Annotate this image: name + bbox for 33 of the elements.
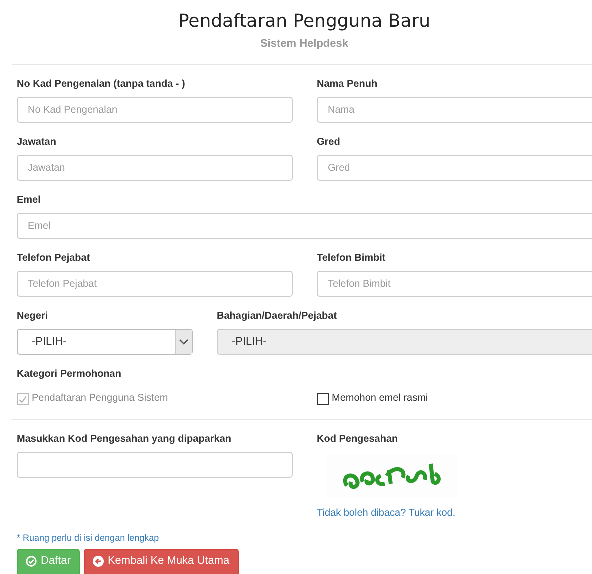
- field-label: Emel: [17, 195, 41, 207]
- checkbox-label: Memohon emel rasmi: [332, 393, 428, 404]
- input-field[interactable]: Nama: [317, 97, 592, 123]
- field-label: Telefon Pejabat: [17, 253, 90, 265]
- field-label: Negeri: [17, 311, 48, 323]
- back-button[interactable]: Kembali Ke Muka Utama: [84, 549, 239, 574]
- field-label: Gred: [317, 137, 340, 149]
- page-subtitle: Sistem Helpdesk: [259, 38, 350, 50]
- caret-icon: [175, 330, 192, 354]
- select-field[interactable]: -PILIH-: [17, 329, 193, 355]
- input-field[interactable]: Gred: [317, 155, 592, 181]
- field-label: No Kad Pengenalan (tanpa tanda - ): [17, 79, 186, 91]
- input-field[interactable]: [17, 452, 293, 478]
- field-label: Telefon Bimbit: [317, 253, 386, 265]
- checkbox[interactable]: [317, 393, 329, 405]
- input-field[interactable]: Emel: [17, 213, 592, 239]
- field-label: Bahagian/Daerah/Pejabat: [217, 311, 338, 323]
- section-label: Kategori Permohonan: [17, 369, 122, 381]
- input-field[interactable]: Jawatan: [17, 155, 293, 181]
- back-arrow-icon: [92, 556, 104, 566]
- field-label: Jawatan: [17, 137, 56, 149]
- register-button[interactable]: Daftar: [17, 549, 80, 574]
- field-label: Nama Penuh: [317, 79, 378, 91]
- input-field[interactable]: No Kad Pengenalan: [17, 97, 293, 123]
- refresh-code-link[interactable]: Tidak boleh dibaca? Tukar kod.: [317, 508, 456, 519]
- field-label: Kod Pengesahan: [317, 434, 398, 446]
- page-title: Pendaftaran Pengguna Baru: [177, 10, 432, 34]
- required-note: * Ruang perlu di isi dengan lengkap: [17, 533, 160, 543]
- check-circle-icon: [26, 556, 37, 566]
- input-field[interactable]: Telefon Pejabat: [17, 271, 293, 297]
- input-field[interactable]: Telefon Bimbit: [317, 271, 592, 297]
- checkbox-label: Pendaftaran Pengguna Sistem: [32, 393, 168, 404]
- field-label: Masukkan Kod Pengesahan yang dipaparkan: [17, 434, 232, 446]
